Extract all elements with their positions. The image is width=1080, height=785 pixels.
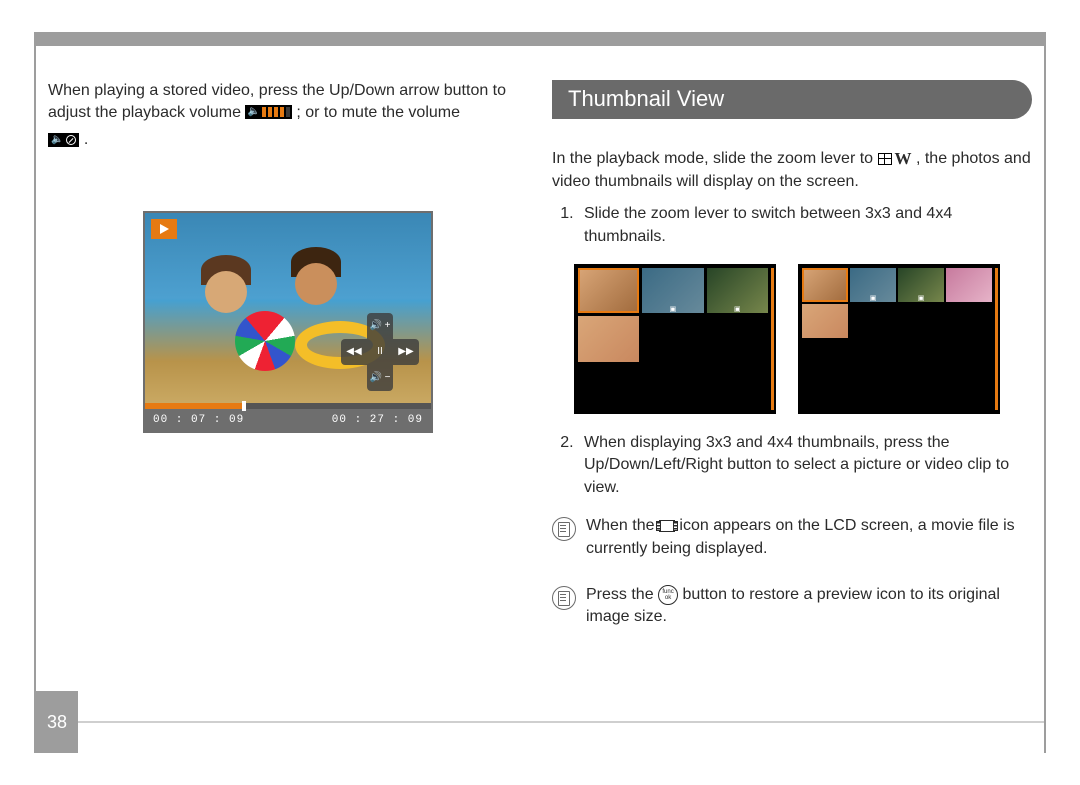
section-heading: Thumbnail View [552,80,1032,119]
left-column: When playing a stored video, press the U… [48,80,528,705]
thumbnail-grid-3x3: ▣ ▣ [574,264,776,414]
steps-list-top: Slide the zoom lever to switch between 3… [552,203,1032,248]
video-progress-bar [145,403,431,409]
volume-level-icon: 🔈 [245,105,291,119]
func-ok-button-icon: funcok [658,585,678,605]
step-2: When displaying 3x3 and 4x4 thumbnails, … [578,432,1032,499]
time-elapsed: 00 : 07 : 09 [153,414,244,426]
thumbnail-examples: ▣ ▣ ▣▣ [574,264,1032,414]
step-1: Slide the zoom lever to switch between 3… [578,203,1032,248]
dpad-overlay: 🔊 + ◀◀ II ▶▶ 🔊 − [341,313,419,391]
text: Press the [586,586,658,603]
note-bullet-icon [552,517,576,541]
dpad-fast-forward: ▶▶ [393,339,419,365]
zoom-out-w-icon: W [878,147,912,171]
time-total: 00 : 27 : 09 [332,414,423,426]
note-bullet-icon [552,586,576,610]
video-frame-illustration: 🔊 + ◀◀ II ▶▶ 🔊 − [145,213,431,403]
text: ; or to mute the volume [296,104,460,121]
play-indicator-icon [151,219,177,239]
note-func-button: Press the funcok button to restore a pre… [552,584,1032,639]
dpad-volume-down: 🔊 − [367,365,393,391]
steps-list-bottom: When displaying 3x3 and 4x4 thumbnails, … [552,432,1032,499]
movie-film-icon [659,520,675,532]
video-time-bar: 00 : 07 : 09 00 : 27 : 09 [145,409,431,431]
right-column: Thumbnail View In the playback mode, sli… [552,80,1032,705]
volume-mute-icon: 🔈 [48,133,79,147]
video-playback-preview: 🔊 + ◀◀ II ▶▶ 🔊 − 00 : 07 : 09 00 : 27 : … [143,211,433,433]
mute-instruction-line: 🔈 . [48,129,528,151]
text: . [84,131,88,148]
thumbnail-intro: In the playback mode, slide the zoom lev… [552,147,1032,193]
page-content: When playing a stored video, press the U… [48,80,1032,705]
page-number: 38 [36,691,78,753]
text: In the playback mode, slide the zoom lev… [552,150,878,167]
text: When the [586,517,659,534]
volume-instruction: When playing a stored video, press the U… [48,80,528,123]
thumbnail-grid-4x4: ▣▣ [798,264,1000,414]
dpad-pause: II [367,339,393,365]
footer-rule [78,721,1044,723]
dpad-rewind: ◀◀ [341,339,367,365]
note-movie-icon: When the icon appears on the LCD screen,… [552,515,1032,570]
dpad-volume-up: 🔊 + [367,313,393,339]
